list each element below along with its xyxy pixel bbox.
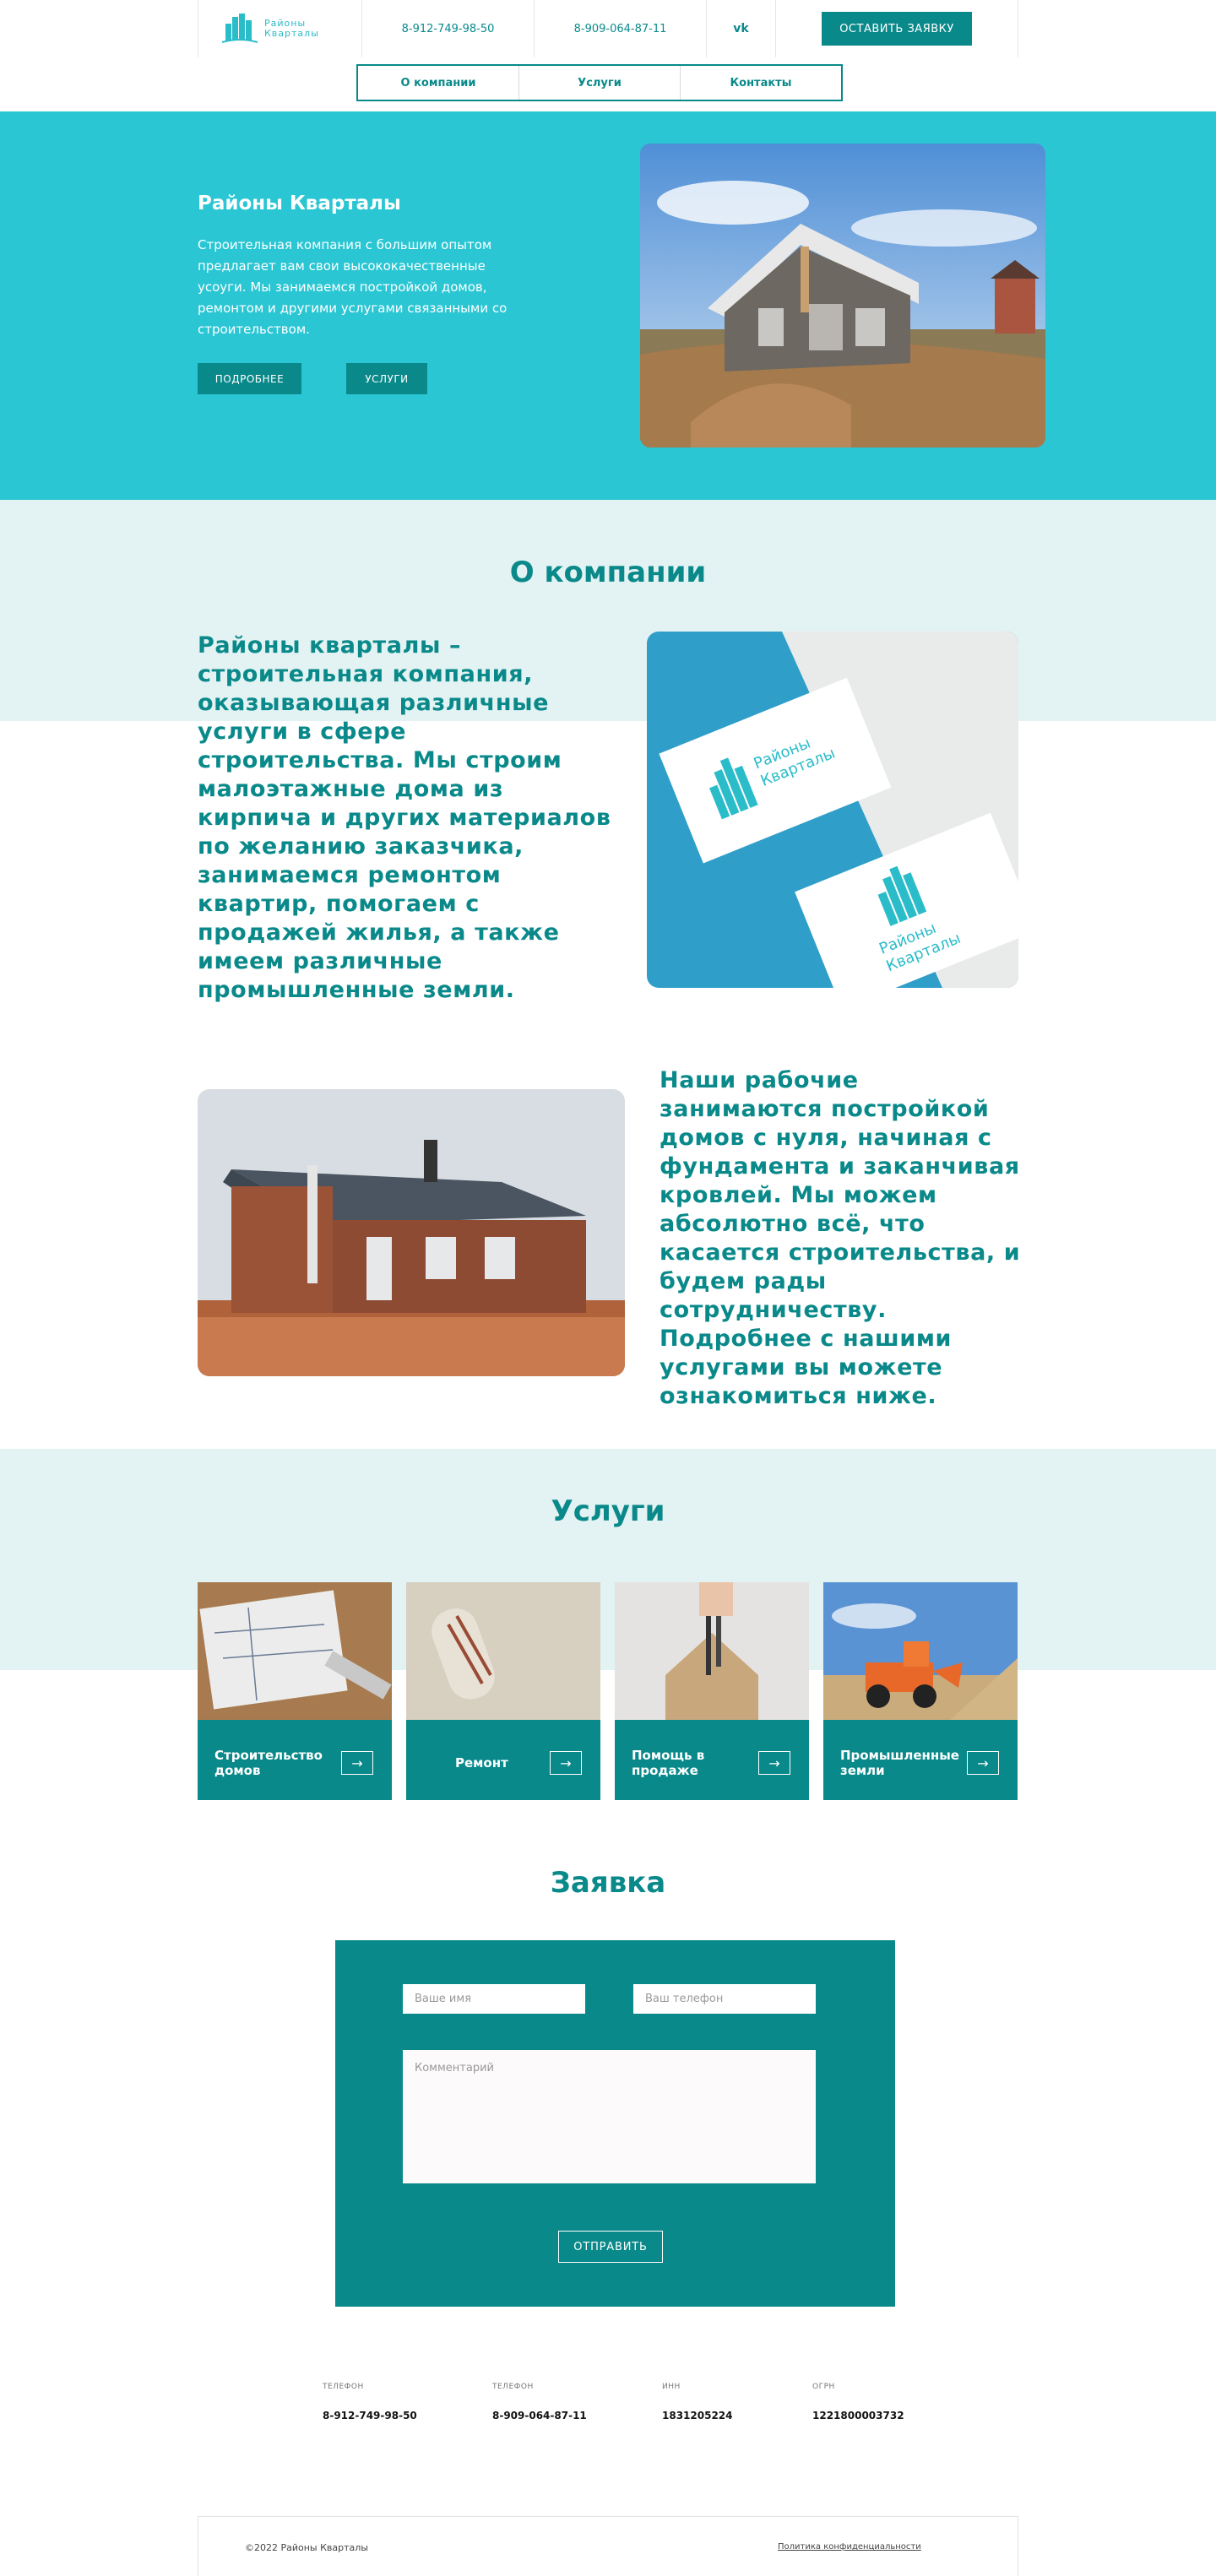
service-card-land[interactable]: Промышленные земли →	[823, 1582, 1018, 1800]
paint-roller-image	[406, 1582, 600, 1720]
phone-link-1[interactable]: 8-912-749-98-50	[362, 0, 535, 57]
logo[interactable]: Районы Кварталы	[198, 0, 362, 57]
services-band	[0, 1449, 1216, 1670]
logo-icon	[221, 14, 258, 43]
arrow-right-icon[interactable]: →	[967, 1751, 999, 1775]
privacy-link[interactable]: Политика конфиденциальности	[778, 2542, 921, 2552]
phone-link-2[interactable]: 8-909-064-87-11	[535, 0, 707, 57]
nav-item-contacts[interactable]: Контакты	[681, 66, 841, 100]
top-bar: Районы Кварталы 8-912-749-98-50 8-909-06…	[0, 0, 1216, 57]
business-cards-image: Районы Кварталы Районы Кварталы	[647, 632, 1018, 988]
arrow-right-icon[interactable]: →	[758, 1751, 790, 1775]
service-label: Промышленные земли	[840, 1748, 959, 1778]
arrow-right-icon[interactable]: →	[550, 1751, 582, 1775]
main-nav: О компании Услуги Контакты	[356, 64, 843, 101]
logo-line2: Кварталы	[264, 28, 319, 39]
hero-house-image	[640, 144, 1045, 447]
more-button[interactable]: ПОДРОБНЕЕ	[198, 363, 301, 394]
keys-image	[615, 1582, 809, 1720]
services-button[interactable]: УСЛУГИ	[346, 363, 427, 394]
hero-title: Районы Кварталы	[198, 193, 401, 214]
about-text-1: Районы кварталы – строительная компания,…	[198, 632, 611, 1003]
footer: ©2022 Районы Кварталы Политика конфиденц…	[198, 2516, 1018, 2576]
name-input[interactable]: Ваше имя	[403, 1984, 585, 2014]
hero-text: Строительная компания с большим опытом п…	[198, 237, 508, 337]
form-title: Заявка	[550, 1866, 666, 1900]
service-card-repair[interactable]: Ремонт →	[406, 1582, 600, 1800]
services-title: Услуги	[551, 1494, 665, 1528]
arrow-right-icon[interactable]: →	[341, 1751, 373, 1775]
info-phone-1: ТЕЛЕФОН 8-912-749-98-50	[323, 2383, 417, 2421]
submit-button[interactable]: ОТПРАВИТЬ	[558, 2231, 663, 2263]
service-card-construction[interactable]: Строительство домов →	[198, 1582, 392, 1800]
brick-house-image	[198, 1089, 625, 1376]
vk-icon[interactable]: vk	[707, 0, 776, 57]
hero-section: Районы Кварталы Строительная компания с …	[0, 111, 1216, 500]
info-phone-2: ТЕЛЕФОН 8-909-064-87-11	[492, 2383, 587, 2421]
service-label: Строительство домов	[214, 1748, 323, 1778]
service-label: Помощь в продаже	[632, 1748, 705, 1778]
about-text-2: Наши рабочие занимаются постройкой домов…	[660, 1067, 1021, 1409]
about-title: О компании	[509, 556, 707, 589]
info-ogrn: ОГРН 1221800003732	[812, 2383, 904, 2421]
comment-textarea[interactable]: Комментарий	[403, 2050, 816, 2183]
service-label: Ремонт	[455, 1755, 508, 1771]
info-inn: ИНН 1831205224	[662, 2383, 733, 2421]
phone-input[interactable]: Ваш телефон	[633, 1984, 816, 2014]
construction-image	[198, 1582, 392, 1720]
service-card-sale[interactable]: Помощь в продаже →	[615, 1582, 809, 1800]
request-form: Ваше имя Ваш телефон Комментарий ОТПРАВИ…	[335, 1940, 895, 2307]
copyright: ©2022 Районы Кварталы	[245, 2542, 368, 2553]
nav-item-about[interactable]: О компании	[358, 66, 519, 100]
request-button[interactable]: ОСТАВИТЬ ЗАЯВКУ	[822, 12, 972, 46]
nav-item-services[interactable]: Услуги	[519, 66, 681, 100]
loader-image	[823, 1582, 1018, 1720]
